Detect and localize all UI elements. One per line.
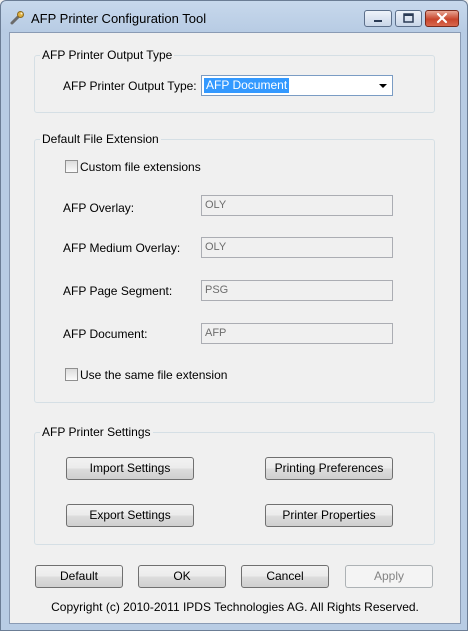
wrench-icon xyxy=(9,10,25,26)
close-icon xyxy=(436,12,448,24)
import-settings-button[interactable]: Import Settings xyxy=(66,457,194,480)
app-window: AFP Printer Configuration Tool AFP Print… xyxy=(0,0,468,631)
medium-overlay-label: AFP Medium Overlay: xyxy=(63,241,181,255)
printing-preferences-button[interactable]: Printing Preferences xyxy=(265,457,393,480)
dialog-body: AFP Printer Output Type AFP Printer Outp… xyxy=(9,32,461,624)
copyright-text: Copyright (c) 2010-2011 IPDS Technologie… xyxy=(51,600,419,614)
title-bar[interactable]: AFP Printer Configuration Tool xyxy=(1,1,467,33)
medium-overlay-field[interactable]: OLY xyxy=(201,237,393,258)
custom-extensions-checkbox[interactable] xyxy=(65,160,78,173)
chevron-down-icon xyxy=(379,84,387,88)
custom-extensions-label[interactable]: Custom file extensions xyxy=(80,160,201,174)
apply-button[interactable]: Apply xyxy=(345,565,433,588)
printer-settings-group: AFP Printer Settings xyxy=(34,425,435,545)
file-extension-group: Default File Extension xyxy=(34,132,435,403)
same-extension-checkbox[interactable] xyxy=(65,368,78,381)
same-extension-label[interactable]: Use the same file extension xyxy=(80,368,227,382)
minimize-button[interactable] xyxy=(364,10,392,27)
export-settings-button[interactable]: Export Settings xyxy=(66,504,194,527)
printer-settings-group-label: AFP Printer Settings xyxy=(40,425,153,439)
window-title: AFP Printer Configuration Tool xyxy=(31,11,207,26)
page-segment-field[interactable]: PSG xyxy=(201,280,393,301)
page-segment-label: AFP Page Segment: xyxy=(63,284,173,298)
overlay-field[interactable]: OLY xyxy=(201,195,393,216)
overlay-label: AFP Overlay: xyxy=(63,201,135,215)
minimize-icon xyxy=(374,20,382,22)
document-label: AFP Document: xyxy=(63,327,148,341)
output-type-group-label: AFP Printer Output Type xyxy=(40,48,175,62)
document-field[interactable]: AFP xyxy=(201,323,393,344)
close-button[interactable] xyxy=(425,10,459,27)
output-type-label: AFP Printer Output Type: xyxy=(63,79,197,93)
output-type-dropdown[interactable]: AFP Document xyxy=(201,75,393,96)
default-button[interactable]: Default xyxy=(35,565,123,588)
cancel-button[interactable]: Cancel xyxy=(241,565,329,588)
maximize-button[interactable] xyxy=(395,10,422,27)
output-type-selected-value: AFP Document xyxy=(204,78,290,93)
file-extension-group-label: Default File Extension xyxy=(40,132,161,146)
ok-button[interactable]: OK xyxy=(138,565,226,588)
maximize-icon xyxy=(403,13,414,23)
printer-properties-button[interactable]: Printer Properties xyxy=(265,504,393,527)
